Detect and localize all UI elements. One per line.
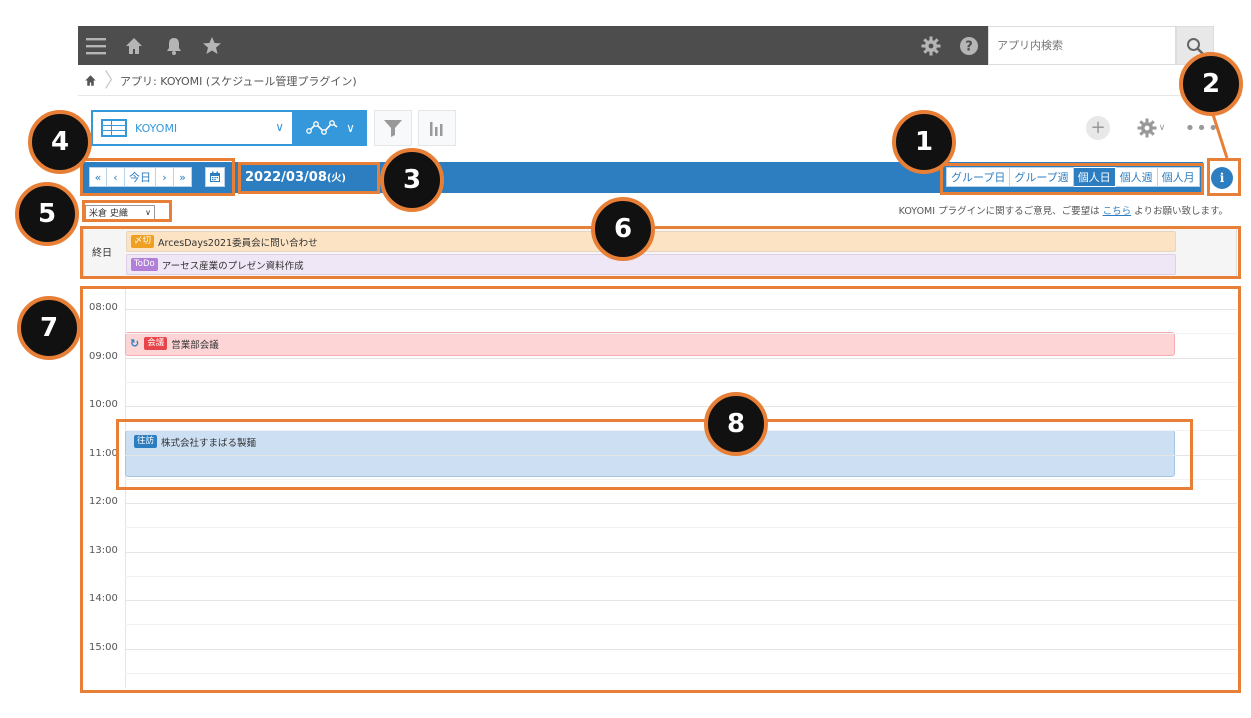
filter-icon xyxy=(384,120,402,137)
breadcrumb-home-icon[interactable] xyxy=(84,74,98,88)
view-name: KOYOMI xyxy=(135,121,178,135)
settings-gear-icon[interactable] xyxy=(919,34,943,58)
annotation-box-all-day xyxy=(80,226,1241,279)
bar-chart-icon xyxy=(430,122,443,136)
feedback-prefix: KOYOMI プラグインに関するご意見、ご要望は xyxy=(898,206,1103,217)
feedback-text: KOYOMI プラグインに関するご意見、ご要望は こちら よりお願い致します。 xyxy=(899,203,1228,217)
annotation-badge-2: 2 xyxy=(1179,52,1243,116)
app-settings-button[interactable]: ∨ xyxy=(1131,116,1171,140)
chevron-down-icon: ∨ xyxy=(346,121,355,135)
annotation-badge-1: 1 xyxy=(892,110,956,174)
graph-view-button[interactable]: ∨ xyxy=(294,110,367,146)
filter-button[interactable] xyxy=(374,110,412,146)
annotation-box-event xyxy=(116,419,1193,490)
gear-icon xyxy=(1137,118,1157,138)
view-select-dropdown[interactable]: KOYOMI ∨ xyxy=(91,110,294,146)
annotation-badge-4: 4 xyxy=(28,110,92,174)
bell-icon[interactable] xyxy=(162,34,186,58)
annotation-box-date xyxy=(238,162,380,194)
annotation-badge-7: 7 xyxy=(17,296,81,360)
plus-icon: + xyxy=(1090,117,1106,138)
annotation-badge-3: 3 xyxy=(380,148,444,212)
svg-text:?: ? xyxy=(965,40,973,55)
annotation-box-info xyxy=(1207,158,1241,196)
annotation-badge-5: 5 xyxy=(15,182,79,246)
search-icon xyxy=(1187,37,1204,54)
table-view-icon xyxy=(101,119,127,137)
annotation-badge-8: 8 xyxy=(704,392,768,456)
star-icon[interactable] xyxy=(200,34,224,58)
help-icon[interactable]: ? xyxy=(957,34,981,58)
breadcrumb-app-link[interactable]: アプリ: KOYOMI (スケジュール管理プラグイン) xyxy=(120,73,357,89)
breadcrumb: 〉 アプリ: KOYOMI (スケジュール管理プラグイン) xyxy=(78,66,1242,96)
annotation-box-view-modes xyxy=(940,163,1204,195)
add-record-button[interactable]: + xyxy=(1086,116,1110,140)
annotation-box-user-select xyxy=(82,200,172,222)
line-graph-icon xyxy=(306,120,338,135)
annotation-badge-6: 6 xyxy=(591,197,655,261)
chevron-down-icon: ∨ xyxy=(275,120,284,134)
chevron-down-icon: ∨ xyxy=(1158,123,1166,133)
annotation-box-date-nav xyxy=(80,158,235,196)
graph-button[interactable] xyxy=(418,110,456,146)
feedback-link[interactable]: こちら xyxy=(1103,206,1132,217)
app-search-input[interactable] xyxy=(988,26,1176,65)
home-icon[interactable] xyxy=(122,34,146,58)
menu-icon[interactable] xyxy=(84,34,108,58)
feedback-suffix: よりお願い致します。 xyxy=(1131,206,1228,217)
